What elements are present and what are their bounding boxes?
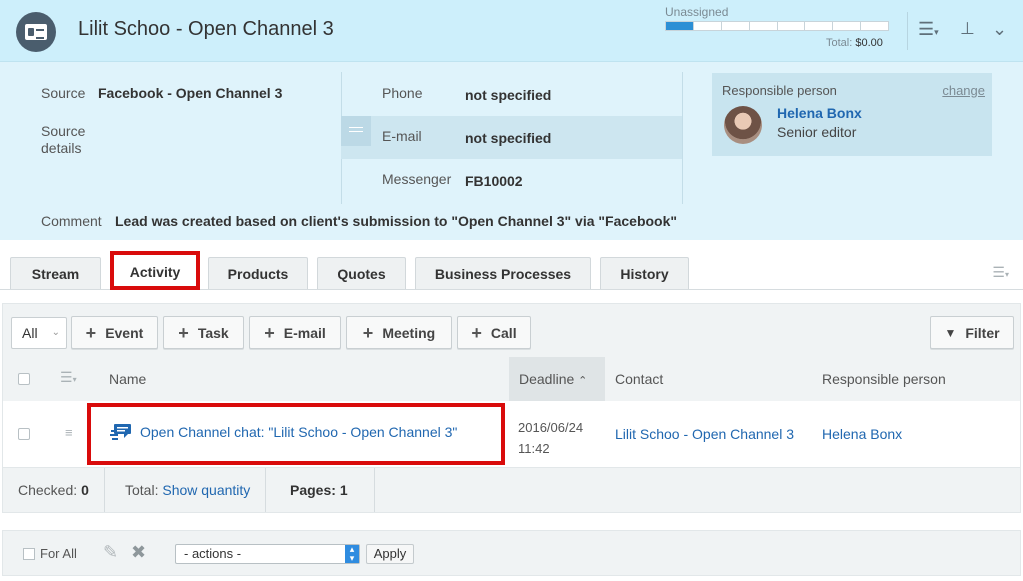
add-meeting-button[interactable]: + Meeting: [346, 316, 452, 349]
grid-footer: Checked: 0 Total: Show quantity Pages: 1: [2, 467, 1021, 513]
tab-stream[interactable]: Stream: [10, 257, 101, 289]
funnel-icon: ▼: [944, 325, 957, 340]
total-count: Total: Show quantity: [110, 468, 267, 512]
progress-segment[interactable]: [722, 22, 750, 30]
responsible-title: Responsible person: [722, 83, 837, 98]
add-task-button[interactable]: + Task: [163, 316, 244, 349]
divider: [907, 12, 908, 50]
tab-activity[interactable]: Activity: [110, 253, 200, 290]
comment-value: Lead was created based on client's submi…: [115, 213, 678, 229]
group-actions-bar: For All ✎ ✖ - actions - ▴ ▾ Apply: [2, 530, 1021, 576]
responsible-name-link[interactable]: Helena Bonx: [777, 105, 862, 121]
source-details-label: Source: [41, 123, 86, 139]
column-settings-icon[interactable]: ☰▾: [60, 369, 77, 386]
divider: [682, 72, 683, 204]
responsible-person-card: Responsible person change Helena Bonx Se…: [712, 73, 992, 156]
add-event-button[interactable]: + Event: [71, 316, 158, 349]
progress-label: Unassigned: [665, 5, 729, 19]
plus-icon: +: [362, 322, 374, 343]
grid-header: ☰▾ Name Deadline ⌃ Contact Responsible p…: [2, 357, 1021, 401]
list-settings-icon[interactable]: ☰▾: [918, 20, 939, 41]
phone-value: not specified: [465, 87, 552, 103]
activity-toolbar: All ⌄ + Event + Task + E-mail + Meeting + Call…: [2, 303, 1021, 357]
progress-segment[interactable]: [694, 22, 722, 30]
email-label: E-mail: [382, 128, 422, 144]
add-email-button[interactable]: + E-mail: [249, 316, 341, 349]
row-checkbox[interactable]: [18, 428, 30, 440]
responsible-position: Senior editor: [777, 124, 857, 140]
tab-quotes[interactable]: Quotes: [317, 257, 406, 289]
table-row[interactable]: ≡ Open Channel chat: "Lilit Schoo - Open…: [2, 401, 1021, 467]
plus-icon: +: [471, 322, 482, 343]
progress-segment[interactable]: [750, 22, 778, 30]
activity-subject-link[interactable]: Open Channel chat: "Lilit Schoo - Open C…: [140, 424, 457, 440]
tab-products[interactable]: Products: [208, 257, 308, 289]
edit-pencil-icon[interactable]: ✎: [103, 542, 118, 563]
messenger-label: Messenger: [382, 171, 452, 187]
contact-card-icon: [16, 12, 56, 52]
open-channel-chat-icon: [110, 424, 131, 440]
comment-label: Comment: [41, 213, 102, 229]
plus-icon: +: [178, 322, 189, 343]
page-title: Lilit Schoo - Open Channel 3: [78, 18, 334, 40]
add-call-button[interactable]: + Call: [457, 316, 531, 349]
tab-history[interactable]: History: [600, 257, 689, 289]
apply-button[interactable]: Apply: [366, 544, 414, 564]
pages-count: Pages: 1: [274, 468, 375, 512]
responsible-link[interactable]: Helena Bonx: [822, 426, 902, 442]
row-menu-icon[interactable]: ≡: [65, 425, 73, 440]
progress-segment[interactable]: [861, 22, 888, 30]
messenger-value: FB10002: [465, 173, 523, 189]
column-contact[interactable]: Contact: [615, 371, 663, 387]
show-quantity-link[interactable]: Show quantity: [162, 482, 250, 498]
column-responsible-person[interactable]: Responsible person: [822, 371, 946, 387]
progress-segment[interactable]: [833, 22, 862, 30]
change-link[interactable]: change: [942, 83, 985, 98]
tab-business-processes[interactable]: Business Processes: [415, 257, 591, 289]
tab-settings-icon[interactable]: ☰▾: [992, 264, 1009, 281]
pin-icon[interactable]: ⊥: [960, 20, 975, 38]
total-amount: Total: $0.00: [826, 37, 883, 49]
progress-bar[interactable]: [665, 21, 889, 31]
activity-type-select[interactable]: All ⌄: [11, 317, 67, 349]
plus-icon: +: [85, 322, 97, 343]
source-value: Facebook - Open Channel 3: [98, 85, 283, 101]
column-name[interactable]: Name: [109, 371, 146, 387]
contact-link[interactable]: Lilit Schoo - Open Channel 3: [615, 426, 794, 442]
progress-segment[interactable]: [805, 22, 834, 30]
avatar: [724, 106, 762, 144]
source-label: Source: [41, 85, 86, 101]
delete-x-icon[interactable]: ✖: [131, 542, 146, 563]
chevron-down-icon[interactable]: ⌄: [992, 20, 1007, 38]
actions-select[interactable]: - actions - ▴ ▾: [175, 544, 360, 564]
column-deadline[interactable]: Deadline ⌃: [519, 371, 587, 387]
drag-handle-icon[interactable]: [341, 116, 371, 146]
tab-bar: Stream Activity Products Quotes Business…: [0, 240, 1023, 290]
plus-icon: +: [264, 322, 275, 343]
for-all-label: For All: [40, 546, 77, 561]
email-value: not specified: [465, 130, 552, 146]
phone-label: Phone: [382, 85, 423, 101]
source-details-label: details: [41, 140, 82, 156]
checked-count: Checked: 0: [3, 468, 105, 512]
select-arrows-icon: ▴ ▾: [345, 545, 359, 563]
progress-segment[interactable]: [778, 22, 806, 30]
header-bar: Lilit Schoo - Open Channel 3 Unassigned …: [0, 0, 1023, 62]
filter-button[interactable]: ▼ Filter: [930, 316, 1014, 349]
deadline-value: 2016/06/24 11:42: [518, 420, 584, 456]
for-all-checkbox[interactable]: [23, 548, 35, 560]
select-all-checkbox[interactable]: [18, 373, 30, 385]
sort-asc-icon: ⌃: [578, 375, 588, 387]
chevron-down-icon: ⌄: [51, 327, 60, 338]
lead-info-panel: Source Facebook - Open Channel 3 Source …: [0, 62, 1023, 240]
progress-segment[interactable]: [666, 22, 694, 30]
